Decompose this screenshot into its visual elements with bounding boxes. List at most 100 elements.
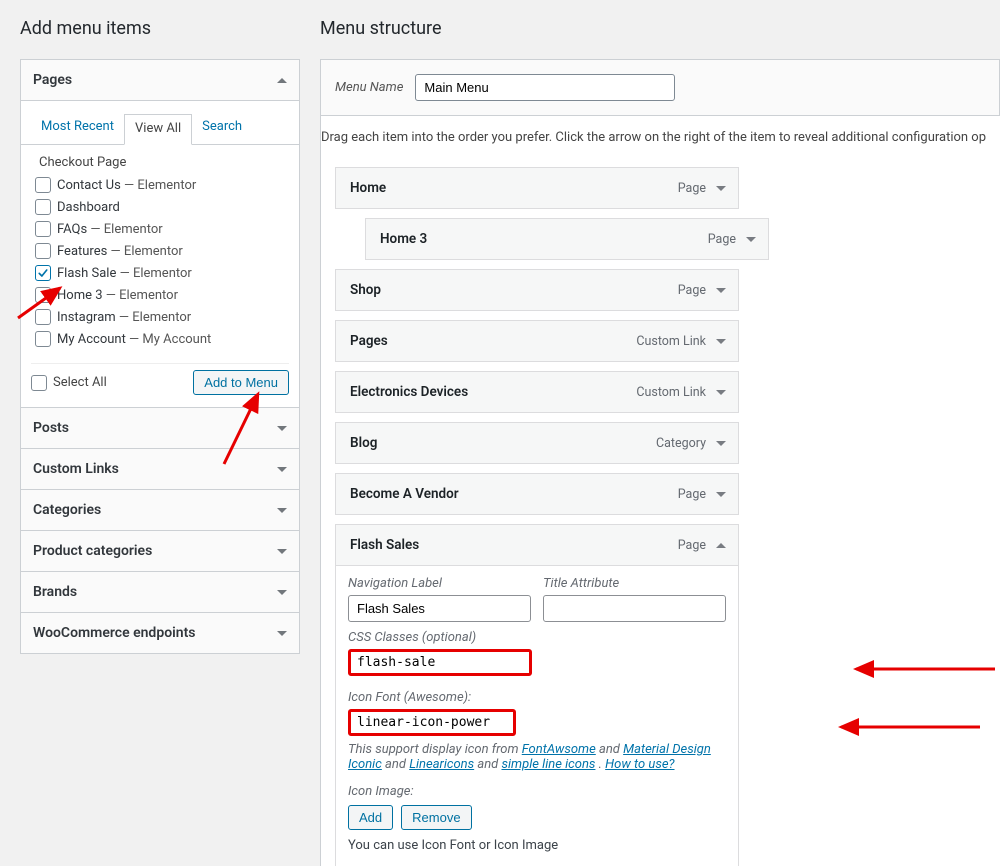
menu-item-title: Flash Sales <box>350 537 419 553</box>
menu-item-type: Category <box>656 436 706 451</box>
caret-down-icon[interactable] <box>746 237 756 242</box>
page-list-item[interactable]: Dashboard <box>35 196 287 218</box>
page-item-label: Dashboard <box>57 200 120 215</box>
accordion-title: Categories <box>33 502 101 518</box>
menu-name-input[interactable] <box>415 74 675 101</box>
link-fontawesome[interactable]: FontAwsome <box>522 742 596 757</box>
add-to-menu-button[interactable]: Add to Menu <box>193 370 289 395</box>
page-checkbox[interactable] <box>35 331 51 347</box>
accordion-product-categories: Product categories <box>20 531 300 572</box>
menu-item-title: Become A Vendor <box>350 486 459 502</box>
accordion-toggle[interactable]: Product categories <box>21 531 299 571</box>
icon-font-hint: This support display icon from FontAwsom… <box>348 742 726 772</box>
page-item-label: Home 3 — Elementor <box>57 288 178 303</box>
pages-metabox-toggle[interactable]: Pages <box>21 60 299 101</box>
page-item-label: Features — Elementor <box>57 244 183 259</box>
select-all-checkbox[interactable] <box>31 375 47 391</box>
title-attr-input[interactable] <box>543 595 726 622</box>
accordion-title: Brands <box>33 584 77 600</box>
menu-item[interactable]: Shop Page <box>335 269 739 311</box>
menu-items-list: HomePage Home 3 Page Shop Page PagesCustom Li… <box>320 159 1000 866</box>
accordion-toggle[interactable]: WooCommerce endpoints <box>21 613 299 653</box>
tab-search[interactable]: Search <box>192 113 252 144</box>
menu-structure-title: Menu structure <box>320 18 1000 39</box>
menu-item-type: Custom Link <box>636 334 706 349</box>
caret-down-icon[interactable] <box>716 492 726 497</box>
caret-down-icon[interactable] <box>716 441 726 446</box>
page-checkbox[interactable] <box>35 177 51 193</box>
tab-most-recent[interactable]: Most Recent <box>31 113 124 144</box>
accordion-toggle[interactable]: Categories <box>21 490 299 530</box>
caret-down-icon[interactable] <box>716 339 726 344</box>
page-checkbox[interactable] <box>35 243 51 259</box>
caret-down-icon[interactable] <box>716 186 726 191</box>
menu-item[interactable]: Home 3 Page <box>365 218 769 260</box>
caret-down-icon[interactable] <box>716 390 726 395</box>
caret-down-icon[interactable] <box>716 288 726 293</box>
menu-item[interactable]: HomePage <box>335 167 739 209</box>
menu-item-type: Page <box>678 283 706 298</box>
caret-down-icon <box>277 508 287 513</box>
menu-item-title: Electronics Devices <box>350 384 468 400</box>
icon-note: You can use Icon Font or Icon Image <box>348 838 726 853</box>
menu-item-edit-panel: Navigation Label Title Attribute CSS Cla… <box>335 566 739 866</box>
accordion-title: Custom Links <box>33 461 119 477</box>
page-item-label: Checkout Page <box>35 153 287 174</box>
accordion-brands: Brands <box>20 572 300 613</box>
icon-font-input[interactable] <box>348 709 516 736</box>
accordion-woocommerce-endpoints: WooCommerce endpoints <box>20 613 300 654</box>
page-list-item[interactable]: Flash Sale — Elementor <box>35 262 287 284</box>
menu-item-title: Shop <box>350 282 381 298</box>
menu-item[interactable]: PagesCustom Link <box>335 320 739 362</box>
page-item-label: Flash Sale — Elementor <box>57 266 192 281</box>
menu-item[interactable]: Blog Category <box>335 422 739 464</box>
pages-scroll-list[interactable]: Checkout Page Contact Us — Elementor Dash… <box>31 153 289 353</box>
page-checkbox[interactable] <box>35 221 51 237</box>
page-checkbox[interactable] <box>35 309 51 325</box>
menu-item[interactable]: Become A VendorPage <box>335 473 739 515</box>
caret-up-icon[interactable] <box>716 543 726 548</box>
page-list-item[interactable]: Features — Elementor <box>35 240 287 262</box>
caret-down-icon <box>277 631 287 636</box>
menu-item[interactable]: Electronics DevicesCustom Link <box>335 371 739 413</box>
nav-label-input[interactable] <box>348 595 531 622</box>
menu-name-label: Menu Name <box>335 80 403 95</box>
icon-image-remove-button[interactable]: Remove <box>401 805 471 830</box>
icon-image-add-button[interactable]: Add <box>348 805 393 830</box>
page-checkbox[interactable] <box>35 265 51 281</box>
page-list-item[interactable]: Instagram — Elementor <box>35 306 287 328</box>
page-checkbox[interactable] <box>35 287 51 303</box>
page-checkbox[interactable] <box>35 199 51 215</box>
drag-instructions: Drag each item into the order you prefer… <box>321 130 1000 145</box>
caret-down-icon <box>277 590 287 595</box>
caret-down-icon <box>277 549 287 554</box>
select-all-label: Select All <box>53 375 107 390</box>
tab-view-all[interactable]: View All <box>124 114 192 145</box>
accordion-toggle[interactable]: Custom Links <box>21 449 299 489</box>
link-simple-line-icons[interactable]: simple line icons <box>501 757 595 772</box>
page-item-label: My Account — My Account <box>57 332 211 347</box>
menu-item-type: Page <box>708 232 736 247</box>
page-list-item[interactable]: Contact Us — Elementor <box>35 174 287 196</box>
menu-item-title: Home 3 <box>380 231 427 247</box>
nav-label-label: Navigation Label <box>348 576 531 591</box>
caret-down-icon <box>277 467 287 472</box>
page-list-item[interactable]: Home 3 — Elementor <box>35 284 287 306</box>
css-classes-label: CSS Classes (optional) <box>348 630 726 645</box>
link-how-to-use[interactable]: How to use? <box>605 757 674 772</box>
menu-item-title: Blog <box>350 435 377 451</box>
accordion-title: Product categories <box>33 543 152 559</box>
select-all-row[interactable]: Select All <box>31 375 107 391</box>
link-linearicons[interactable]: Linearicons <box>409 757 474 772</box>
accordion-toggle[interactable]: Posts <box>21 408 299 448</box>
page-item-label: Contact Us — Elementor <box>57 178 196 193</box>
menu-item-type: Page <box>678 538 706 553</box>
page-item-label: Instagram — Elementor <box>57 310 191 325</box>
menu-item[interactable]: Flash Sales Page <box>335 524 739 566</box>
page-list-item[interactable]: My Account — My Account <box>35 328 287 350</box>
page-list-item[interactable]: FAQs — Elementor <box>35 218 287 240</box>
css-classes-input[interactable] <box>348 649 532 676</box>
accordion-toggle[interactable]: Brands <box>21 572 299 612</box>
accordion-posts: Posts <box>20 408 300 449</box>
accordion-title: Posts <box>33 420 69 436</box>
